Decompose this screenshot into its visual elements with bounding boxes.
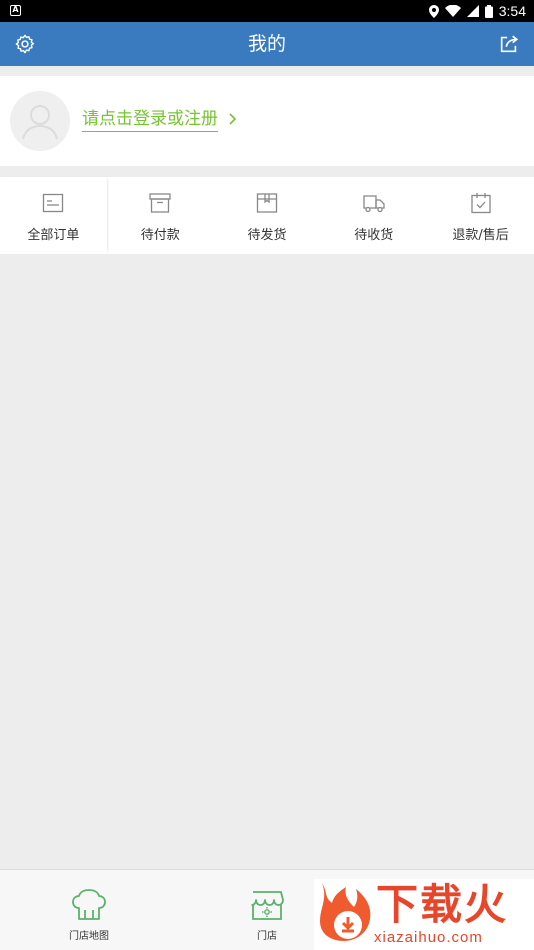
order-pending-shipment-label: 待发货 [247,228,287,243]
signal-icon [466,5,479,17]
wifi-icon [444,5,461,17]
page-title: 我的 [247,33,286,55]
truck-icon [363,195,385,213]
nav-store-label: 门店 [257,931,277,942]
chef-hat-icon [72,889,106,920]
order-pending-receipt-label: 待收货 [354,228,394,243]
watermark-logo: 下载火 xiazaihuo.com [314,879,534,950]
order-status-bar: 全部订单 待付款 待发货 待收货 退款/售后 [0,177,534,254]
order-refund-aftersale-label: 退款/售后 [452,228,509,243]
location-icon [428,4,439,18]
order-list-icon [43,193,64,213]
login-register-link[interactable]: 请点击登录或注册 [82,109,218,132]
status-icons: 3:54 [428,0,526,22]
user-avatar-icon [22,105,58,140]
avatar[interactable] [10,91,70,151]
watermark-domain: xiazaihuo.com [374,929,483,946]
order-pending-shipment[interactable]: 待发货 [214,177,321,254]
order-all[interactable]: 全部订单 [0,177,107,254]
flame-logo-icon [320,883,371,941]
battery-icon [484,4,493,18]
package-icon [256,193,278,213]
notification-app-icon: A [10,5,21,16]
gear-icon[interactable] [14,33,36,55]
order-pending-receipt[interactable]: 待收货 [320,177,427,254]
profile-card[interactable]: 请点击登录或注册 [0,76,534,166]
status-time: 3:54 [498,3,526,19]
order-pending-payment-label: 待付款 [140,228,180,243]
status-bar: A 3:54 [0,0,534,22]
order-all-label: 全部订单 [27,228,80,243]
nav-store-map-label: 门店地图 [69,931,109,942]
watermark-text: 下载火 [376,880,509,929]
app-header: 我的 [0,22,534,66]
store-icon [251,891,284,920]
nav-store-map[interactable]: 门店地图 [29,870,149,950]
order-pending-payment[interactable]: 待付款 [107,177,214,254]
chevron-right-icon [229,113,237,125]
nav-store[interactable]: 门店 [207,870,327,950]
order-refund-aftersale[interactable]: 退款/售后 [427,177,534,254]
share-icon[interactable] [498,33,520,55]
payment-box-icon [149,193,171,213]
calendar-check-icon [470,193,491,214]
